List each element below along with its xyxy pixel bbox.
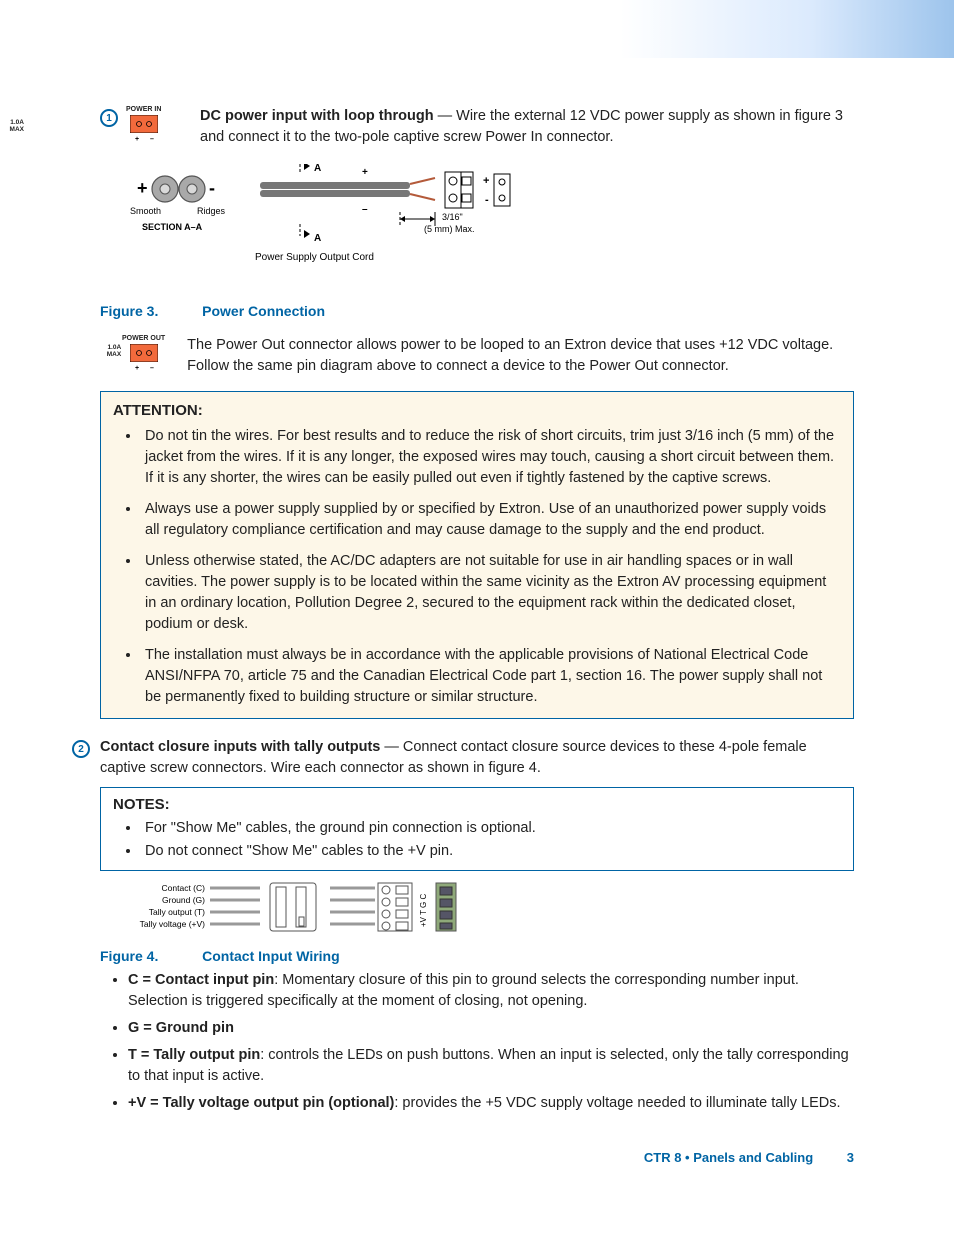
callout-number-1: 1	[100, 109, 118, 127]
pin-g: G = Ground pin	[128, 1020, 234, 1036]
attention-item: The installation must always be in accor…	[141, 645, 841, 708]
fig3-section: SECTION A–A	[142, 222, 203, 232]
svg-text:A: A	[314, 164, 321, 174]
power-out-max: MAX	[107, 351, 121, 358]
power-out-text: The Power Out connector allows power to …	[187, 335, 854, 377]
figure-3-title: Power Connection	[202, 303, 325, 319]
page-top-gradient	[0, 0, 954, 58]
power-in-label: POWER IN	[126, 106, 161, 114]
figure-4: Contact (C) Ground (G) Tally output (T) …	[100, 881, 854, 964]
svg-text:Ground (G): Ground (G)	[162, 895, 205, 905]
svg-text:Tally voltage (+V): Tally voltage (+V)	[140, 919, 206, 929]
svg-text:–: –	[362, 204, 368, 215]
pin-c: C = Contact input pin	[128, 972, 274, 988]
svg-text:+V T G C: +V T G C	[419, 893, 428, 926]
svg-text:3/16": 3/16"	[442, 212, 463, 222]
attention-heading: ATTENTION:	[113, 400, 841, 422]
fig3-smooth: Smooth	[130, 206, 161, 216]
svg-text:A: A	[314, 233, 321, 244]
attention-item: Unless otherwise stated, the AC/DC adapt…	[141, 551, 841, 635]
callout-1-title: DC power input with loop through	[200, 108, 434, 124]
svg-text:Contact (C): Contact (C)	[162, 883, 206, 893]
attention-item: Always use a power supply supplied by or…	[141, 499, 841, 541]
footer-page: 3	[847, 1150, 854, 1165]
power-out-label: POWER OUT	[122, 335, 165, 343]
pin-t: T = Tally output pin	[128, 1047, 260, 1063]
power-out-connector-icon: POWER OUT + –	[122, 335, 165, 372]
pin-v: +V = Tally voltage output pin (optional)	[128, 1095, 394, 1111]
svg-text:–: –	[150, 136, 154, 142]
callout-2-title: Contact closure inputs with tally output…	[100, 739, 380, 755]
attention-box: ATTENTION: Do not tin the wires. For bes…	[100, 391, 854, 719]
figure-4-lead: Figure 4.	[100, 948, 158, 964]
page-footer: CTR 8 • Panels and Cabling 3	[100, 1150, 854, 1165]
svg-text:Tally output (T): Tally output (T)	[149, 907, 205, 917]
svg-text:–: –	[150, 365, 154, 371]
notes-item: Do not connect "Show Me" cables to the +…	[141, 841, 841, 862]
callout-number-2: 2	[72, 740, 90, 758]
figure-4-title: Contact Input Wiring	[202, 948, 340, 964]
svg-text:+: +	[137, 178, 148, 198]
power-out-block: POWER OUT +– 1.0A MAX The Power Out conn…	[100, 335, 854, 377]
svg-text:-: -	[209, 178, 215, 198]
page-body: 1 POWER IN + – DC power input with loop t…	[0, 58, 954, 1195]
pin-definitions: C = Contact input pin: Momentary closure…	[128, 970, 854, 1114]
svg-text:+: +	[135, 136, 139, 142]
attention-item: Do not tin the wires. For best results a…	[141, 426, 841, 489]
figure-3-lead: Figure 3.	[100, 303, 158, 319]
power-in-connector-icon: POWER IN + –	[126, 106, 161, 143]
callout-2: 2 Contact closure inputs with tally outp…	[100, 737, 854, 779]
notes-item: For "Show Me" cables, the ground pin con…	[141, 818, 841, 839]
footer-section: CTR 8 • Panels and Cabling	[644, 1150, 813, 1165]
callout-1: 1 POWER IN + – DC power input with loop t…	[100, 106, 854, 154]
svg-text:+: +	[135, 365, 139, 371]
notes-box: NOTES: For "Show Me" cables, the ground …	[100, 787, 854, 871]
svg-text:(5 mm) Max.: (5 mm) Max.	[424, 224, 475, 234]
svg-text:+: +	[362, 167, 368, 178]
fig3-ridges: Ridges	[197, 206, 226, 216]
fig3-subcaption: Power Supply Output Cord	[255, 252, 374, 263]
power-in-max: MAX	[10, 126, 24, 133]
svg-text:-: -	[485, 194, 489, 206]
figure-3: + - Smooth Ridges SECTION A–A A + –	[100, 164, 854, 319]
svg-text:+: +	[483, 175, 489, 187]
notes-heading: NOTES:	[113, 794, 841, 816]
